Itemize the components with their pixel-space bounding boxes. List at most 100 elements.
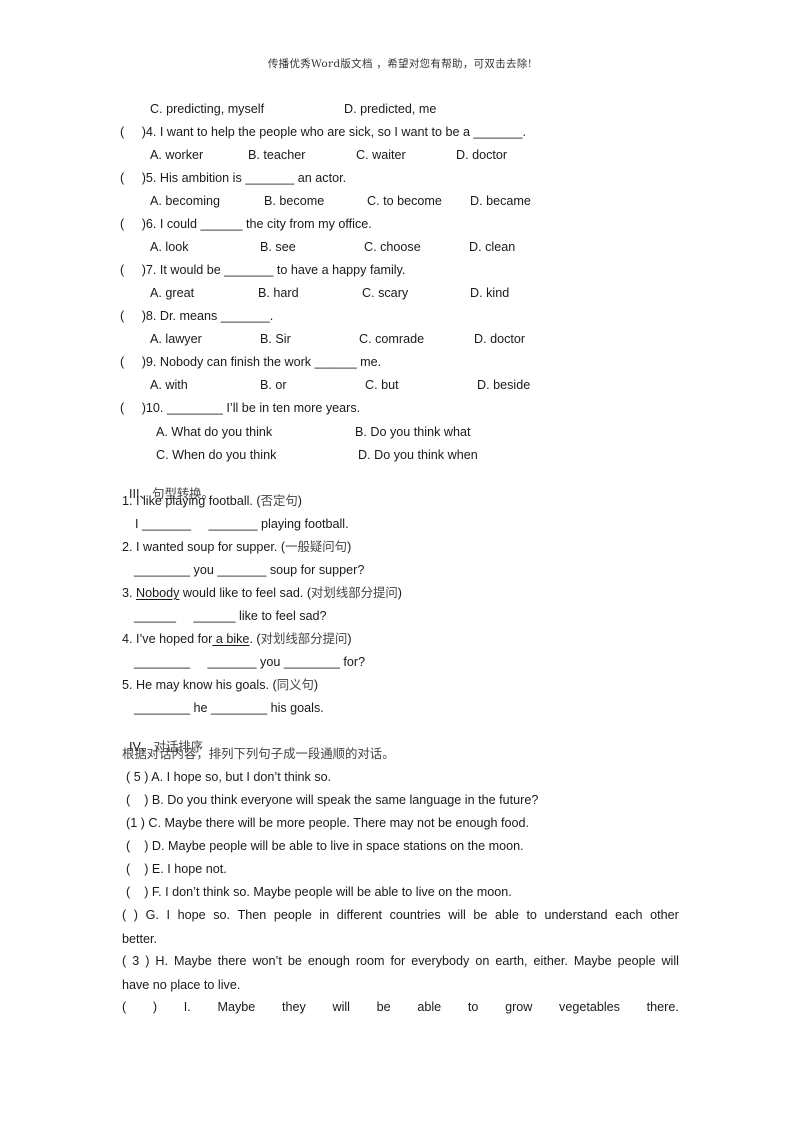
word: they xyxy=(281,1000,306,1014)
answer-blank-line[interactable]: ________ he ________ his goals. xyxy=(134,700,324,716)
answer-option[interactable]: B. Sir xyxy=(260,331,291,347)
transformation-hint: 否定句 xyxy=(260,493,298,508)
dialogue-line-h[interactable]: (3) H. Maybe there won’t be enough room for every… xyxy=(122,954,679,968)
transformation-hint: 一般疑问句 xyxy=(285,539,348,554)
answer-option[interactable]: B. hard xyxy=(258,285,299,301)
word: either. xyxy=(533,954,568,968)
answer-option[interactable]: A. becoming xyxy=(150,193,220,209)
prompt-text: ) xyxy=(347,540,352,554)
word: earth, xyxy=(495,954,528,968)
answer-option[interactable]: D. became xyxy=(470,193,531,209)
answer-blank-line[interactable]: ______ ______ like to feel sad? xyxy=(134,608,327,624)
answer-option[interactable]: D. doctor xyxy=(474,331,525,347)
word: ) xyxy=(133,908,138,922)
answer-option[interactable]: D. Do you think when xyxy=(358,447,478,463)
word: will xyxy=(661,954,679,968)
question-stem: ( )5. His ambition is _______ an actor. xyxy=(120,171,347,185)
answer-option[interactable]: C. waiter xyxy=(356,147,406,163)
word: for xyxy=(390,954,406,968)
answer-option[interactable]: B. see xyxy=(260,239,296,255)
transformation-hint: 对划线部分提问 xyxy=(260,631,348,646)
word: grow xyxy=(505,1000,533,1014)
question-stem: ( )6. I could ______ the city from my of… xyxy=(120,217,372,231)
transformation-prompt: 3. Nobody would like to feel sad. (对划线部分… xyxy=(122,585,402,601)
answer-option[interactable]: A. great xyxy=(150,285,194,301)
answer-blank-line[interactable]: I _______ _______ playing football. xyxy=(135,516,349,532)
word: to xyxy=(467,1000,479,1014)
answer-option[interactable]: B. Do you think what xyxy=(355,424,471,440)
answer-option[interactable]: C. but xyxy=(365,377,399,393)
dialogue-line-g[interactable]: () G. Ihope so. Then people in different countri… xyxy=(122,908,679,922)
word: Then xyxy=(237,908,267,922)
question-stem: ( )7. It would be _______ to have a happ… xyxy=(120,263,406,277)
answer-option[interactable]: D. kind xyxy=(470,285,509,301)
prompt-text: . ( xyxy=(249,632,261,646)
word: ( xyxy=(122,954,127,968)
dialogue-line[interactable]: ( ) B. Do you think everyone will speak … xyxy=(126,792,538,808)
word: G. xyxy=(145,908,159,922)
prompt-text: ) xyxy=(347,632,352,646)
answer-option[interactable]: C. to become xyxy=(367,193,442,209)
word: other xyxy=(650,908,679,922)
answer-option[interactable]: D. beside xyxy=(477,377,530,393)
prompt-text: ) xyxy=(297,494,302,508)
answer-option[interactable]: B. or xyxy=(260,377,287,393)
document-header-banner: 传播优秀Word版文档 ，希望对您有帮助，可双击去除! xyxy=(267,58,533,70)
word: in xyxy=(319,908,330,922)
word: Maybe xyxy=(573,954,612,968)
word: 3 xyxy=(132,954,140,968)
dialogue-line-i[interactable]: () I. Maybe they will be able to grow vegetables t… xyxy=(122,1000,679,1014)
answer-option[interactable]: B. become xyxy=(264,193,324,209)
word: ) xyxy=(152,1000,158,1014)
answer-option[interactable]: A. lawyer xyxy=(150,331,202,347)
word: different xyxy=(336,908,383,922)
answer-option[interactable]: C. scary xyxy=(362,285,408,301)
answer-option[interactable]: C. When do you think xyxy=(156,447,276,463)
prompt-text: 3. xyxy=(122,586,137,600)
question-stem: ( )8. Dr. means _______. xyxy=(120,309,274,323)
prompt-text: would like to feel sad. ( xyxy=(179,586,312,600)
word: so. xyxy=(213,908,231,922)
prompt-text: 1. I like playing football. ( xyxy=(122,494,261,508)
answer-option[interactable]: D. doctor xyxy=(456,147,507,163)
prompt-text: 5. He may know his goals. ( xyxy=(122,678,277,692)
word: on xyxy=(475,954,490,968)
word: Maybe xyxy=(173,954,212,968)
prompt-text: 2. I wanted soup for supper. ( xyxy=(122,540,286,554)
dialogue-line[interactable]: ( ) D. Maybe people will be able to live… xyxy=(126,838,524,854)
transformation-prompt: 5. He may know his goals. (同义句) xyxy=(122,677,318,693)
dialogue-line[interactable]: (1 ) C. Maybe there will be more people.… xyxy=(126,815,529,831)
answer-option[interactable]: A. What do you think xyxy=(156,424,272,440)
prompt-text: 4. I’ve hoped for xyxy=(122,632,213,646)
word: won’t xyxy=(252,954,282,968)
answer-option[interactable]: A. worker xyxy=(150,147,203,163)
word: room xyxy=(355,954,385,968)
answer-option[interactable]: C. comrade xyxy=(359,331,424,347)
dialogue-line[interactable]: ( ) F. I don’t think so. Maybe people wi… xyxy=(126,884,512,900)
word: able xyxy=(495,908,519,922)
word: there. xyxy=(646,1000,679,1014)
answer-blank-line[interactable]: ________ you _______ soup for supper? xyxy=(134,562,364,578)
transformation-prompt: 1. I like playing football. (否定句) xyxy=(122,493,302,509)
word: I. xyxy=(183,1000,191,1014)
word: vegetables xyxy=(559,1000,620,1014)
word: be xyxy=(376,1000,391,1014)
answer-option[interactable]: C. choose xyxy=(364,239,421,255)
answer-option[interactable]: A. look xyxy=(150,239,189,255)
word: able xyxy=(417,1000,442,1014)
word: be xyxy=(287,954,302,968)
transformation-hint: 对划线部分提问 xyxy=(311,585,398,600)
word: ( xyxy=(122,908,127,922)
dialogue-line[interactable]: ( 5 ) A. I hope so, but I don’t think so… xyxy=(126,769,331,785)
answer-option[interactable]: D. clean xyxy=(469,239,515,255)
transformation-prompt: 4. I’ve hoped for a bike. (对划线部分提问) xyxy=(122,631,352,647)
underlined-target: a bike xyxy=(212,632,250,646)
word: people xyxy=(273,908,312,922)
answer-option[interactable]: A. with xyxy=(150,377,188,393)
word: ( xyxy=(122,1000,127,1014)
word: will xyxy=(332,1000,350,1014)
answer-option[interactable]: B. teacher xyxy=(248,147,305,163)
answer-blank-line[interactable]: ________ _______ you ________ for? xyxy=(134,654,365,670)
dialogue-line[interactable]: ( ) E. I hope not. xyxy=(126,861,227,877)
q3-option-c: C. predicting, myself xyxy=(150,102,265,116)
